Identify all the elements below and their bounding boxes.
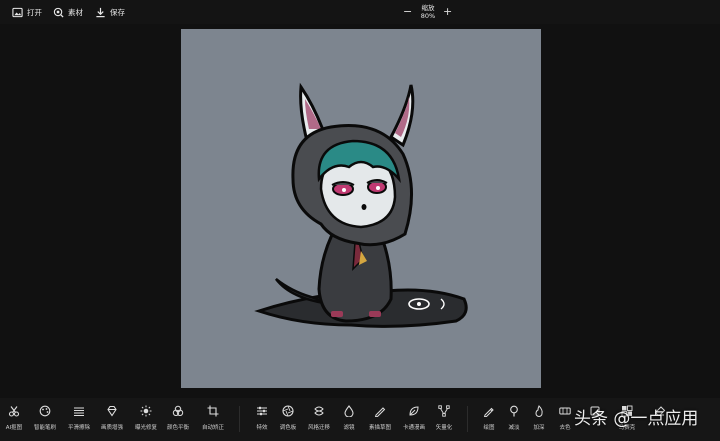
tool-label: 智能笔刷 [33,425,56,431]
download-icon [96,7,105,17]
tool-label: 画质增强 [100,425,123,431]
diamond-icon [105,404,119,418]
pencil-ruler-icon [373,404,387,418]
tool-label: AI抠图 [5,425,23,431]
assets-button[interactable]: 素材 [53,5,83,19]
toolbar-divider [467,406,468,432]
leaf-icon [407,404,421,418]
tool-label: 平滑擦除 [67,425,90,431]
zoom-value: 80% [420,12,436,20]
tool-label: 风格迁移 [307,425,330,431]
image-canvas[interactable] [181,29,541,388]
color-circles-icon [171,404,185,418]
tool-crop-button[interactable]: 自动矫正 [193,404,233,431]
tool-label: 滤镜 [343,425,355,431]
tool-label: 曝光修复 [134,425,157,431]
open-label: 打开 [27,7,42,17]
crop-icon [206,404,220,418]
tool-label: 自动矫正 [201,425,224,431]
open-button[interactable]: 打开 [12,5,42,19]
save-button[interactable]: 保存 [95,5,125,19]
sliders-icon [255,404,269,418]
tool-label: 矢量化 [435,425,453,431]
save-label: 保存 [110,7,125,17]
tool-label: 素描草图 [368,425,391,431]
watermark: 头条 @一点应用 [574,409,699,429]
scissors-icon [7,404,21,418]
flame-icon [532,404,546,418]
zoom-in-button[interactable]: + [443,5,452,18]
tool-label: 调色板 [279,425,297,431]
tool-color-circles-button[interactable]: 颜色平衡 [158,404,198,431]
tool-vector-button[interactable]: 矢量化 [424,404,464,431]
grid-icon [558,404,572,418]
tool-label: 去色 [559,425,571,431]
zoom-label: 缩放 [421,4,435,12]
drop-icon [342,404,356,418]
palette-icon [38,404,52,418]
sun-icon [139,404,153,418]
vector-icon [437,404,451,418]
waves-icon [72,404,86,418]
assets-search-icon [53,7,64,18]
zoom-out-button[interactable]: − [403,5,412,18]
tool-label: 卡通漫画 [402,425,425,431]
tool-label: 颜色平衡 [166,425,189,431]
artwork-image [254,82,468,328]
assets-label: 素材 [68,7,83,17]
top-toolbar: 打开 素材 保存 − 缩放 80% + [0,0,720,24]
image-icon [12,7,23,17]
tool-label: 绘图 [483,425,495,431]
toolbar-divider [239,406,240,432]
aperture-icon [281,404,295,418]
zoom-control: − 缩放 80% + [400,2,456,22]
tool-label: 特效 [256,425,268,431]
tool-label: 加深 [533,425,545,431]
tool-label: 减淡 [508,425,520,431]
style-icon [312,404,326,418]
